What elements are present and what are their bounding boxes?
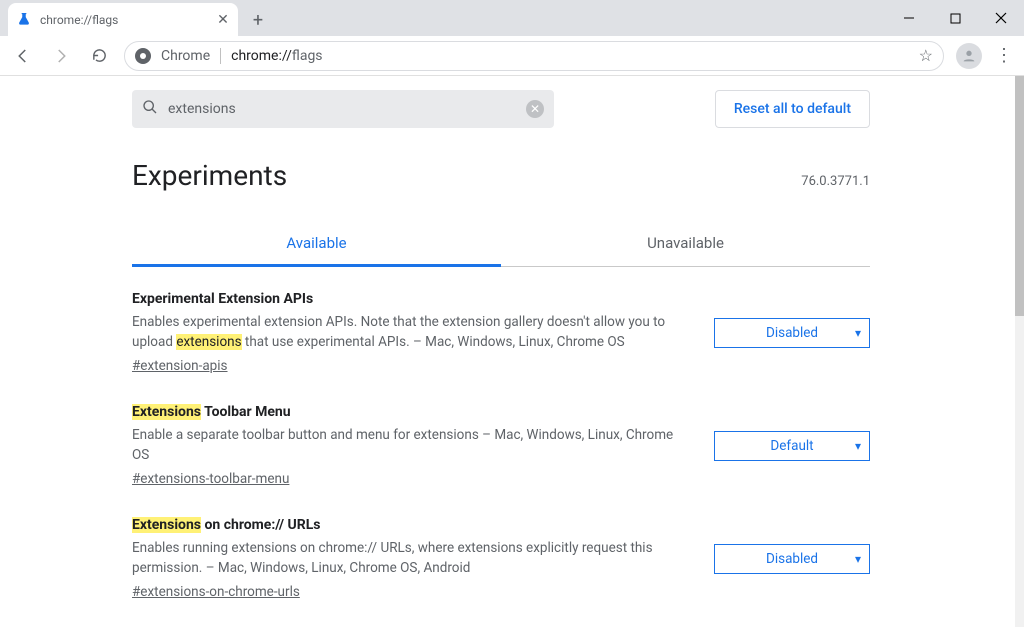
flag-permalink[interactable]: #extensions-toolbar-menu	[132, 471, 289, 487]
flag-state-select[interactable]: Disabled	[714, 544, 870, 574]
browser-toolbar: Chrome chrome://flags ☆ ⋮	[0, 36, 1024, 76]
flag-description: Enables experimental extension APIs. Not…	[132, 313, 690, 352]
reset-all-button[interactable]: Reset all to default	[715, 90, 870, 128]
flag-permalink[interactable]: #extension-apis	[132, 358, 228, 374]
tab-unavailable[interactable]: Unavailable	[501, 220, 870, 266]
flag-row: Extensions Toolbar Menu Enable a separat…	[132, 380, 870, 493]
flask-icon	[16, 12, 32, 28]
search-icon	[142, 99, 158, 119]
forward-button[interactable]	[44, 39, 78, 73]
tab-available[interactable]: Available	[132, 220, 501, 266]
flag-title: Extensions on chrome:// URLs	[132, 517, 690, 533]
tab-title: chrome://flags	[40, 13, 118, 27]
url-divider	[220, 48, 221, 64]
chrome-version: 76.0.3771.1	[801, 174, 870, 189]
flags-search-input[interactable]	[168, 101, 516, 117]
url-scheme-chip: Chrome	[161, 48, 210, 64]
tabs: Available Unavailable	[132, 220, 870, 267]
minimize-button[interactable]	[886, 0, 932, 36]
page-title: Experiments	[132, 159, 287, 192]
new-tab-button[interactable]: +	[244, 6, 272, 34]
flag-title: Experimental Extension APIs	[132, 291, 690, 307]
flag-title: Extensions Toolbar Menu	[132, 404, 690, 420]
site-info-icon[interactable]	[135, 48, 151, 64]
url-text: chrome://flags	[231, 48, 322, 64]
back-button[interactable]	[6, 39, 40, 73]
page-body: ✕ Reset all to default Experiments 76.0.…	[0, 76, 1024, 627]
address-bar[interactable]: Chrome chrome://flags ☆	[124, 41, 944, 71]
reload-button[interactable]	[82, 39, 116, 73]
flag-description: Enables running extensions on chrome:// …	[132, 539, 690, 578]
window-controls	[886, 0, 1024, 36]
menu-button[interactable]: ⋮	[990, 45, 1018, 66]
profile-avatar[interactable]	[956, 43, 982, 69]
flag-state-select[interactable]: Default	[714, 431, 870, 461]
flag-description: Enable a separate toolbar button and men…	[132, 426, 690, 465]
vertical-scrollbar-thumb[interactable]	[1015, 76, 1024, 316]
window-titlebar: chrome://flags ✕ +	[0, 0, 1024, 36]
vertical-scrollbar-track[interactable]	[1015, 76, 1024, 627]
flag-row: Extensions on chrome:// URLs Enables run…	[132, 493, 870, 606]
flags-search-box: ✕	[132, 90, 554, 128]
clear-search-icon[interactable]: ✕	[526, 100, 544, 118]
close-tab-icon[interactable]: ✕	[216, 13, 230, 27]
flag-state-select[interactable]: Disabled	[714, 318, 870, 348]
flag-row: Experimental Extension APIs Enables expe…	[132, 267, 870, 380]
flag-permalink[interactable]: #extensions-on-chrome-urls	[132, 584, 300, 600]
browser-tab[interactable]: chrome://flags ✕	[8, 3, 238, 36]
maximize-button[interactable]	[932, 0, 978, 36]
bookmark-star-icon[interactable]: ☆	[919, 46, 933, 65]
close-window-button[interactable]	[978, 0, 1024, 36]
